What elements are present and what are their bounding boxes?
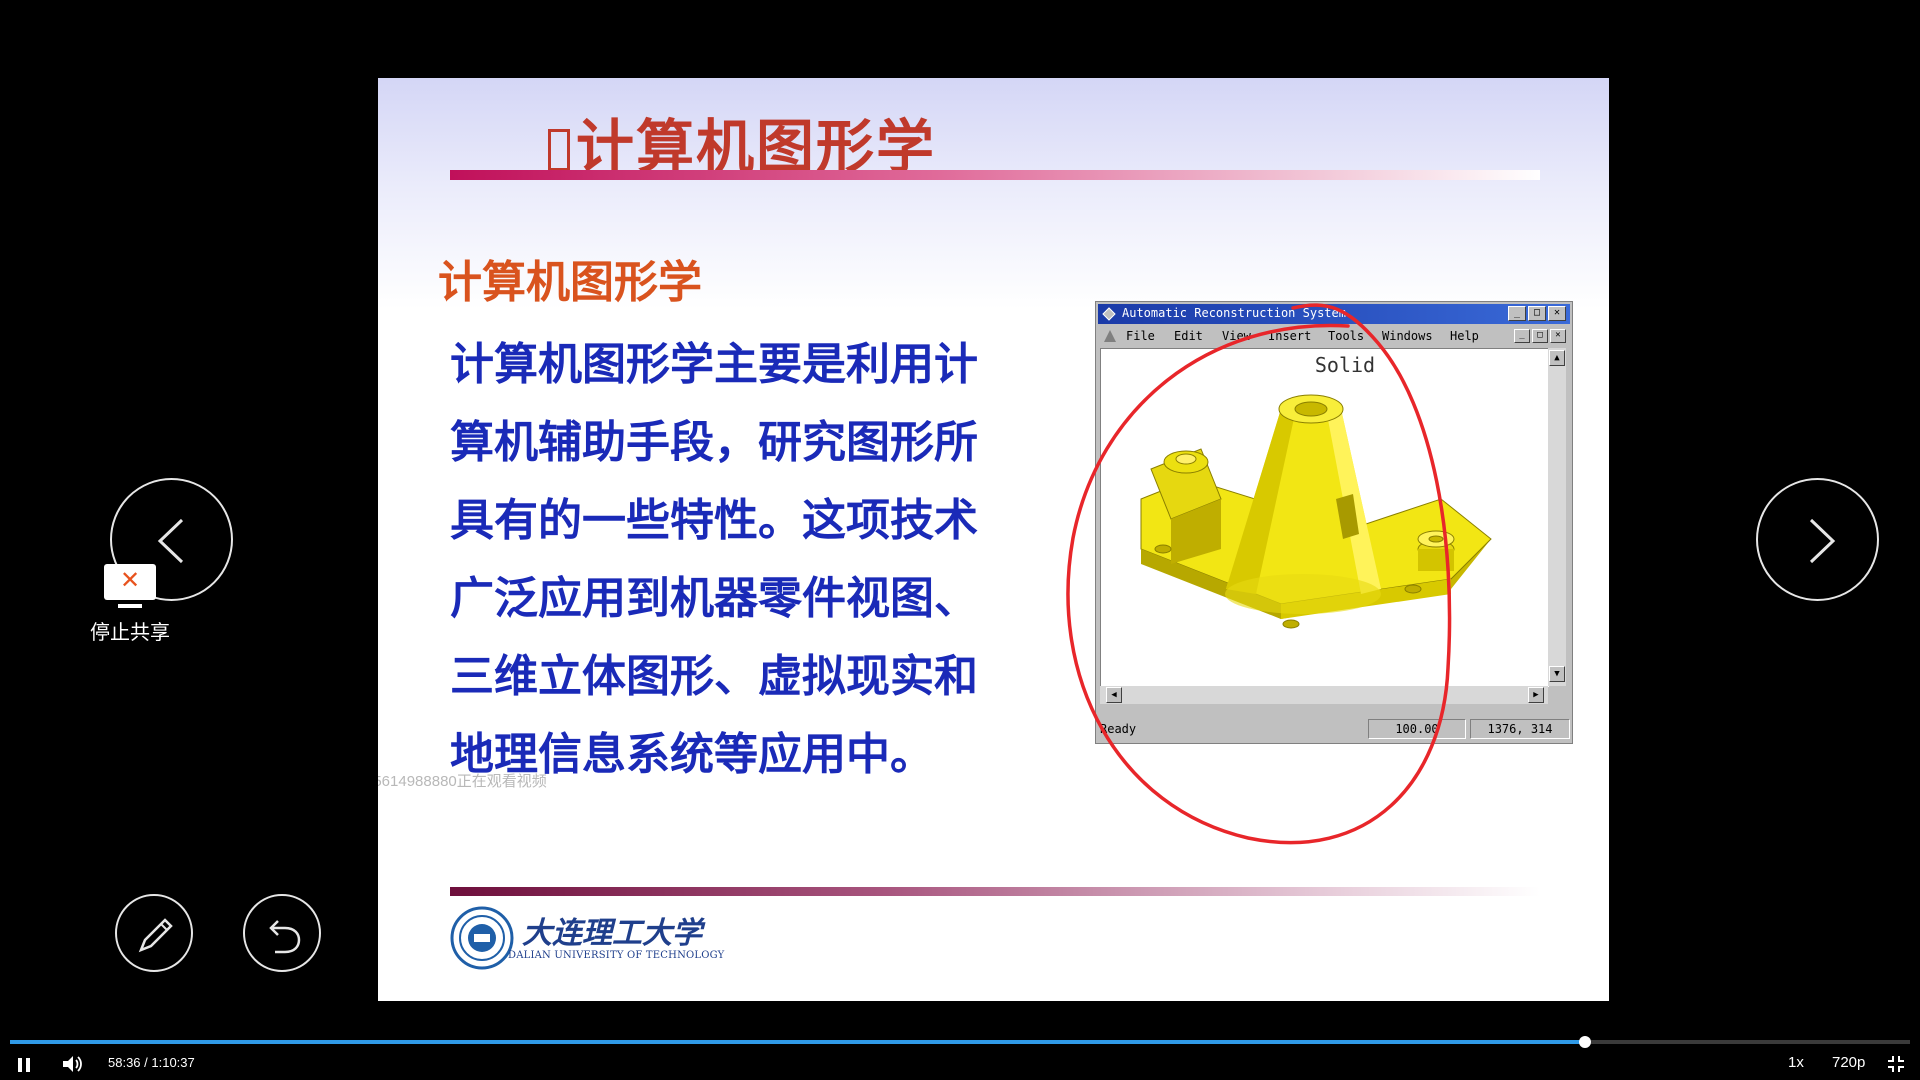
body-text: 计算机图形学主要是利用计 算机辅助手段，研究图形所 具有的一些特性。这项技术 广… bbox=[450, 326, 1050, 794]
player-controls: 58:36 / 1:10:37 1x 720p bbox=[0, 1048, 1920, 1080]
footer-divider bbox=[450, 887, 1540, 896]
progress-bar[interactable] bbox=[10, 1036, 1910, 1048]
scroll-right-icon: ▶ bbox=[1528, 687, 1544, 703]
quality-button[interactable]: 720p bbox=[1832, 1054, 1865, 1071]
menu-view: View bbox=[1222, 329, 1251, 343]
exit-fullscreen-icon[interactable] bbox=[1886, 1054, 1906, 1074]
app-titlebar: Automatic Reconstruction System _ □ ✕ bbox=[1098, 304, 1570, 324]
video-player: 计算机图形学 计算机图形学 计算机图形学主要是利用计 算机辅助手段，研究图形所 … bbox=[0, 0, 1920, 1080]
minimize-icon: _ bbox=[1508, 306, 1526, 321]
document-icon bbox=[1104, 330, 1116, 342]
menu-insert: Insert bbox=[1268, 329, 1312, 343]
close-icon: ✕ bbox=[1548, 306, 1566, 321]
menu-windows: Windows bbox=[1382, 329, 1433, 343]
status-ready: Ready bbox=[1100, 722, 1137, 736]
pen-tool-button[interactable] bbox=[115, 894, 193, 972]
app-window-screenshot: Automatic Reconstruction System _ □ ✕ Fi… bbox=[1095, 301, 1573, 744]
section-heading: 计算机图形学 bbox=[438, 257, 702, 308]
progress-fill bbox=[10, 1040, 1586, 1044]
title-divider bbox=[450, 170, 1540, 180]
app-statusbar: Ready 100.00 1376, 314 bbox=[1098, 718, 1570, 740]
doc-minimize-icon: _ bbox=[1514, 329, 1530, 343]
menu-help: Help bbox=[1450, 329, 1479, 343]
viewer-watermark: 15614988880正在观看视频 bbox=[378, 773, 547, 790]
maximize-icon: □ bbox=[1528, 306, 1546, 321]
chevron-right-icon bbox=[1809, 518, 1836, 564]
missing-glyph-icon bbox=[548, 129, 570, 171]
undo-icon bbox=[269, 920, 301, 954]
body-line: 算机辅助手段，研究图形所 bbox=[450, 417, 978, 468]
volume-icon[interactable] bbox=[60, 1053, 84, 1075]
pause-icon[interactable] bbox=[14, 1055, 34, 1075]
stop-share-icon: ✕ bbox=[104, 564, 156, 600]
doc-restore-icon: □ bbox=[1532, 329, 1548, 343]
body-line: 三维立体图形、虚拟现实和 bbox=[450, 651, 978, 702]
horizontal-scrollbar: ◀ ▶ bbox=[1100, 686, 1548, 704]
stop-share-label: 停止共享 bbox=[90, 620, 170, 644]
menu-file: File bbox=[1126, 329, 1155, 343]
body-line: 广泛应用到机器零件视图、 bbox=[450, 573, 978, 624]
time-display: 58:36 / 1:10:37 bbox=[108, 1055, 195, 1070]
vertical-scrollbar: ▲ ▼ bbox=[1548, 348, 1566, 686]
university-name-cn: 大连理工大学 bbox=[522, 916, 702, 951]
app-icon bbox=[1102, 307, 1116, 321]
status-coords: 1376, 314 bbox=[1470, 719, 1570, 739]
monitor-stand-icon bbox=[118, 604, 142, 608]
app-menubar: File Edit View Insert Tools Windows Help… bbox=[1098, 326, 1570, 346]
body-line: 具有的一些特性。这项技术 bbox=[450, 495, 978, 546]
playback-speed-button[interactable]: 1x bbox=[1788, 1054, 1804, 1071]
undo-button[interactable] bbox=[243, 894, 321, 972]
stop-share-button[interactable]: ✕ 停止共享 bbox=[80, 560, 180, 650]
status-zoom: 100.00 bbox=[1368, 719, 1466, 739]
university-name-en: DALIAN UNIVERSITY OF TECHNOLOGY bbox=[508, 950, 725, 961]
doc-close-icon: ✕ bbox=[1550, 329, 1566, 343]
solid-model-render bbox=[1140, 394, 1492, 629]
model-viewport: Solid bbox=[1100, 348, 1549, 687]
scroll-up-icon: ▲ bbox=[1549, 350, 1565, 366]
app-title: Automatic Reconstruction System bbox=[1122, 306, 1346, 320]
body-line: 计算机图形学主要是利用计 bbox=[450, 339, 978, 390]
close-x-icon: ✕ bbox=[119, 566, 141, 594]
pen-icon bbox=[138, 918, 173, 953]
next-slide-button[interactable] bbox=[1756, 478, 1879, 601]
university-logo: 大连理工大学 DALIAN UNIVERSITY OF TECHNOLOGY bbox=[450, 906, 724, 976]
scroll-left-icon: ◀ bbox=[1106, 687, 1122, 703]
menu-tools: Tools bbox=[1328, 329, 1365, 343]
progress-handle[interactable] bbox=[1579, 1036, 1592, 1048]
menu-edit: Edit bbox=[1174, 329, 1203, 343]
viewport-label: Solid bbox=[1314, 353, 1376, 377]
scroll-down-icon: ▼ bbox=[1549, 666, 1565, 682]
university-seal-icon bbox=[450, 906, 514, 970]
presentation-slide: 计算机图形学 计算机图形学 计算机图形学主要是利用计 算机辅助手段，研究图形所 … bbox=[378, 78, 1609, 1001]
